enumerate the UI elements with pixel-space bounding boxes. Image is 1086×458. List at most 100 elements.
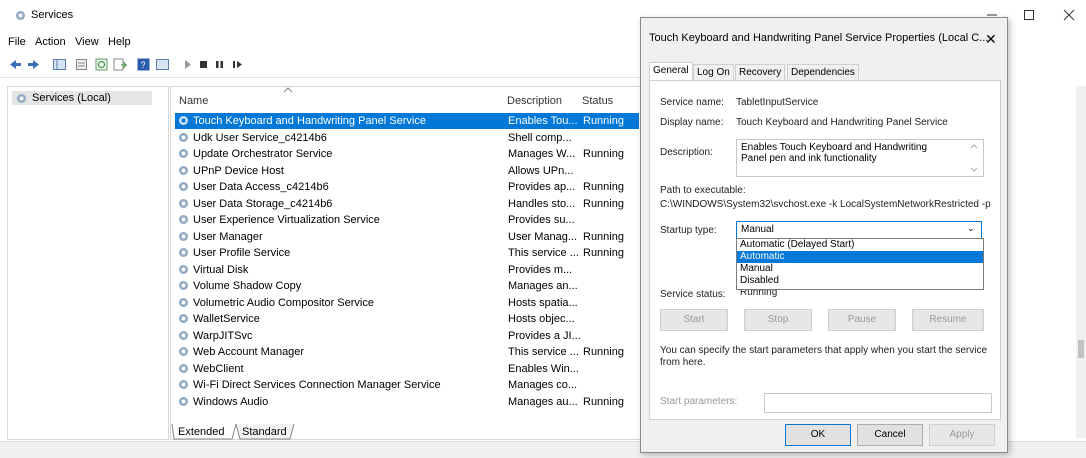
pause-service-icon[interactable] (212, 57, 227, 72)
table-row[interactable]: WarpJITSvc Provides a JI... (175, 328, 639, 344)
export-list-icon[interactable] (112, 57, 127, 72)
tab-recovery[interactable]: Recovery (735, 64, 786, 81)
apply-button[interactable]: Apply (929, 424, 995, 446)
table-row[interactable]: Touch Keyboard and Handwriting Panel Ser… (175, 113, 639, 129)
table-row[interactable]: User Manager User Manag... Running (175, 229, 639, 245)
option-automatic[interactable]: Automatic (737, 251, 983, 263)
service-description-cell: Manages au... (508, 395, 578, 408)
startup-type-select[interactable]: Manual ⌄ (736, 221, 982, 239)
start-params-hint: You can specify the start parameters tha… (660, 345, 988, 368)
table-row[interactable]: Wi-Fi Direct Services Connection Manager… (175, 377, 639, 393)
service-gear-icon (179, 380, 188, 389)
service-status-cell: Running (583, 230, 624, 243)
properties-list-icon[interactable] (74, 57, 89, 72)
service-name-label: Service name: (660, 97, 724, 108)
description-label: Description: (660, 147, 713, 158)
service-gear-icon (179, 182, 188, 191)
table-row[interactable]: WebClient Enables Win... (175, 361, 639, 377)
menu-help[interactable]: Help (108, 36, 131, 48)
service-description-cell: Shell comp... (508, 131, 572, 144)
start-service-icon[interactable] (180, 57, 195, 72)
view-tabs: Extended Standard (170, 424, 470, 440)
service-description-cell: Allows UPn... (508, 164, 574, 177)
ok-button[interactable]: OK (785, 424, 851, 446)
show-hide-tree-icon[interactable] (52, 57, 67, 72)
service-description-cell: Provides su... (508, 214, 575, 226)
startup-type-label: Startup type: (660, 225, 717, 236)
maximize-icon[interactable] (1022, 8, 1036, 22)
service-gear-icon (179, 264, 188, 274)
table-row[interactable]: Volume Shadow Copy Manages an... (175, 278, 639, 294)
service-name-cell: User Experience Virtualization Service (193, 214, 380, 226)
refresh-icon[interactable] (94, 57, 109, 72)
service-name-cell: User Data Access_c4214b6 (193, 181, 329, 193)
tab-log-on[interactable]: Log On (693, 64, 734, 81)
description-box[interactable]: Enables Touch Keyboard and Handwriting P… (736, 139, 984, 177)
table-row[interactable]: User Data Storage_c4214b6 Handles sto... R… (175, 196, 639, 212)
menu-file[interactable]: File (8, 36, 26, 48)
table-row[interactable]: Web Account Manager This service ... Runni… (175, 344, 639, 360)
console-icon[interactable] (155, 57, 170, 72)
service-description-cell: Provides ap... (508, 181, 576, 193)
tab-dependencies[interactable]: Dependencies (787, 64, 859, 81)
service-name-cell: Volumetric Audio Compositor Service (193, 296, 374, 309)
service-status-label: Service status: (660, 289, 726, 300)
forward-arrow-icon[interactable] (26, 57, 41, 72)
table-row[interactable]: WalletService Hosts objec... (175, 311, 639, 327)
start-button[interactable]: Start (660, 309, 728, 331)
column-header-description[interactable]: Description (507, 95, 562, 107)
service-name-cell: Update Orchestrator Service (193, 148, 333, 160)
table-row[interactable]: UPnP Device Host Allows UPn... (175, 163, 639, 179)
sort-ascending-icon (283, 87, 293, 93)
service-status-cell: Running (583, 148, 624, 160)
service-description-cell: Provides a JI... (508, 329, 581, 342)
tree-item-services-local[interactable]: Services (Local) (12, 91, 152, 105)
service-name-cell: User Manager (193, 230, 263, 243)
table-row[interactable]: Udk User Service_c4214b6 Shell comp... (175, 130, 639, 146)
help-icon[interactable]: ? (136, 57, 151, 72)
column-header-status[interactable]: Status (582, 95, 613, 107)
table-row[interactable]: User Experience Virtualization Service Pr… (175, 212, 639, 228)
cancel-button[interactable]: Cancel (857, 424, 923, 446)
menu-view[interactable]: View (75, 36, 99, 48)
service-gear-icon (179, 116, 188, 125)
service-name-cell: Wi-Fi Direct Services Connection Manager… (193, 379, 441, 391)
table-row[interactable]: User Data Access_c4214b6 Provides ap... Ru… (175, 179, 639, 195)
option-disabled[interactable]: Disabled (737, 275, 983, 287)
dialog-close-icon[interactable]: ✕ (985, 31, 997, 48)
option-manual[interactable]: Manual (737, 263, 983, 275)
table-row[interactable]: Windows Audio Manages au... Running (175, 394, 639, 410)
tab-extended[interactable]: Extended (178, 426, 224, 438)
tab-general[interactable]: General (649, 62, 693, 82)
service-status-cell: Running (583, 115, 624, 127)
menu-bar: File Action View Help (0, 33, 640, 51)
service-gear-icon (179, 363, 188, 373)
resume-button[interactable]: Resume (912, 309, 984, 331)
table-row[interactable]: Volumetric Audio Compositor Service Hosts… (175, 295, 639, 311)
table-row[interactable]: Update Orchestrator Service Manages W... R… (175, 146, 639, 162)
service-description-cell: Hosts spatia... (508, 296, 578, 309)
option-automatic-delayed[interactable]: Automatic (Delayed Start) (737, 239, 983, 251)
service-name-cell: WarpJITSvc (193, 329, 253, 342)
services-list: Name Description Status Touch Keyboard a… (170, 86, 644, 440)
pause-button[interactable]: Pause (828, 309, 896, 331)
description-scroll-arrows[interactable] (969, 142, 979, 174)
stop-service-icon[interactable] (196, 57, 211, 72)
column-header-name[interactable]: Name (179, 95, 208, 107)
tab-standard[interactable]: Standard (242, 426, 287, 438)
back-arrow-icon[interactable] (8, 57, 23, 72)
service-name-cell: Volume Shadow Copy (193, 280, 302, 292)
vertical-scrollbar[interactable] (1076, 86, 1086, 438)
service-description-cell: Hosts objec... (508, 313, 575, 325)
service-gear-icon (179, 297, 188, 307)
close-icon[interactable] (1062, 8, 1076, 22)
table-row[interactable]: User Profile Service This service ... Runn… (175, 245, 639, 261)
service-gear-icon (179, 281, 188, 290)
menu-action[interactable]: Action (35, 36, 66, 48)
start-params-input[interactable] (764, 393, 992, 413)
restart-service-icon[interactable] (230, 57, 245, 72)
stop-button[interactable]: Stop (744, 309, 812, 331)
scrollbar-thumb[interactable] (1078, 340, 1084, 358)
service-status-cell: Running (583, 346, 624, 358)
table-row[interactable]: Virtual Disk Provides m... (175, 262, 639, 278)
